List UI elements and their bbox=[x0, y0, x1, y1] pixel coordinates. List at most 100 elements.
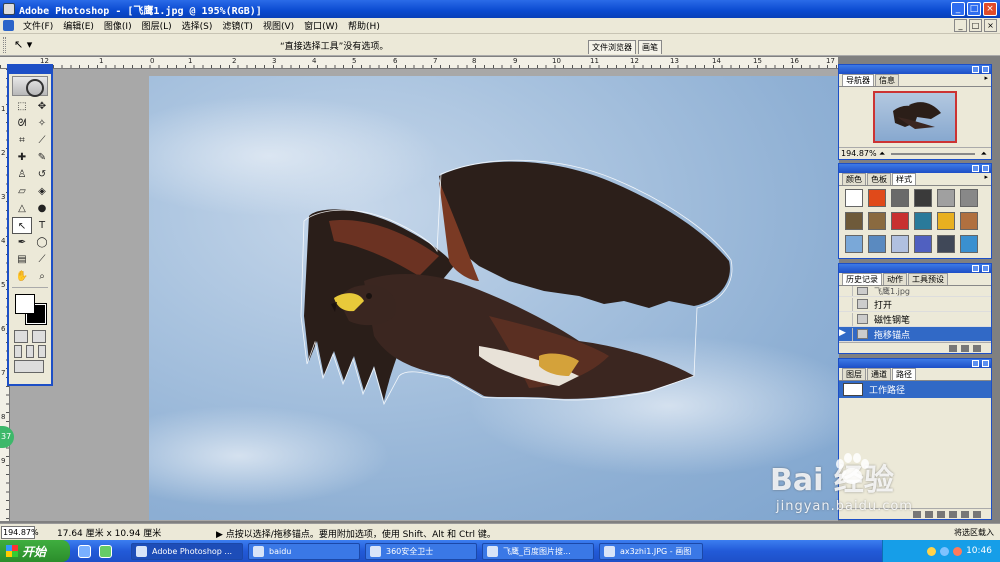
history-state-row[interactable]: ▶ 拖移锚点 bbox=[839, 327, 991, 342]
tab-navigator[interactable]: 导航器 bbox=[842, 74, 874, 86]
tab-color[interactable]: 颜色 bbox=[842, 173, 866, 185]
horizontal-ruler[interactable]: 12 1 0 1 2 3 4 5 6 7 8 9 10 11 12 13 14 … bbox=[0, 57, 838, 69]
toolbox-title-bar[interactable] bbox=[9, 66, 51, 74]
brush-tool-icon[interactable]: ✎ bbox=[32, 149, 52, 166]
delete-state-icon[interactable] bbox=[973, 344, 981, 352]
history-state-row[interactable]: 打开 bbox=[839, 297, 991, 312]
taskbar-item[interactable]: 360安全卫士 bbox=[365, 542, 477, 560]
menu-view[interactable]: 视图(V) bbox=[258, 19, 299, 32]
style-swatch[interactable] bbox=[868, 235, 886, 253]
direct-selection-tool-icon[interactable]: ↖ bbox=[12, 217, 32, 234]
history-source-checkbox[interactable] bbox=[839, 312, 853, 326]
options-bar-grip[interactable] bbox=[3, 37, 6, 53]
paint-bucket-tool-icon[interactable]: ◈ bbox=[32, 183, 52, 200]
eraser-tool-icon[interactable]: ▱ bbox=[12, 183, 32, 200]
palette-close-button[interactable] bbox=[982, 360, 989, 367]
style-swatch[interactable] bbox=[845, 212, 863, 230]
taskbar-item[interactable]: ax3zhi1.JPG - 画图 bbox=[599, 542, 703, 560]
maximize-button[interactable]: □ bbox=[967, 2, 981, 16]
menu-edit[interactable]: 编辑(E) bbox=[58, 19, 99, 32]
style-swatch[interactable] bbox=[868, 212, 886, 230]
clock[interactable]: 10:46 bbox=[966, 546, 992, 556]
direct-select-tool-icon[interactable]: ↖ ▾ bbox=[14, 38, 32, 51]
brushes-tab[interactable]: 画笔 bbox=[638, 40, 662, 54]
palette-close-button[interactable] bbox=[982, 265, 989, 272]
tab-layers[interactable]: 图层 bbox=[842, 368, 866, 380]
menu-layer[interactable]: 图层(L) bbox=[137, 19, 177, 32]
palette-minimize-button[interactable] bbox=[972, 265, 979, 272]
navigator-title-bar[interactable] bbox=[839, 65, 991, 74]
hand-tool-icon[interactable]: ✋ bbox=[12, 268, 32, 285]
dodge-tool-icon[interactable]: ● bbox=[32, 200, 52, 217]
jump-to-imageready-button[interactable] bbox=[14, 360, 44, 373]
doc-restore-button[interactable]: □ bbox=[969, 19, 982, 32]
type-tool-icon[interactable]: T bbox=[32, 217, 52, 234]
palette-close-button[interactable] bbox=[982, 165, 989, 172]
navigator-zoom-value[interactable]: 194.87% bbox=[841, 149, 879, 158]
zoom-tool-icon[interactable]: ⌕ bbox=[32, 268, 52, 285]
zoom-slider[interactable] bbox=[891, 152, 975, 155]
file-browser-tab[interactable]: 文件浏览器 bbox=[588, 40, 636, 54]
slice-tool-icon[interactable]: ⟋ bbox=[32, 132, 52, 149]
taskbar-item[interactable]: baidu bbox=[248, 542, 360, 560]
style-swatch[interactable] bbox=[937, 189, 955, 207]
quick-launch-360-icon[interactable] bbox=[99, 544, 112, 558]
style-swatch[interactable] bbox=[891, 212, 909, 230]
pen-tool-icon[interactable]: ✒ bbox=[12, 234, 32, 251]
menu-select[interactable]: 选择(S) bbox=[177, 19, 218, 32]
screen-mode-standard-button[interactable] bbox=[14, 345, 22, 358]
menu-filter[interactable]: 滤镜(T) bbox=[217, 19, 258, 32]
ellipse-tool-icon[interactable]: ◯ bbox=[32, 234, 52, 251]
tab-swatches[interactable]: 色板 bbox=[867, 173, 891, 185]
taskbar-item[interactable]: 飞鹰_百度图片搜... bbox=[482, 542, 594, 560]
new-path-icon[interactable] bbox=[961, 510, 969, 518]
foreground-color-swatch[interactable] bbox=[15, 294, 35, 314]
quick-mask-button[interactable] bbox=[32, 330, 46, 343]
style-swatch[interactable] bbox=[960, 212, 978, 230]
style-swatch[interactable] bbox=[937, 212, 955, 230]
style-swatch[interactable] bbox=[891, 235, 909, 253]
style-swatch[interactable] bbox=[868, 189, 886, 207]
lasso-tool-icon[interactable]: ᘛ bbox=[12, 115, 32, 132]
style-swatch[interactable] bbox=[845, 235, 863, 253]
tray-security-icon[interactable] bbox=[953, 546, 963, 556]
style-swatch[interactable] bbox=[845, 189, 863, 207]
history-source-checkbox[interactable]: ▶ bbox=[839, 327, 853, 341]
new-snapshot-icon[interactable] bbox=[961, 344, 969, 352]
tab-actions[interactable]: 动作 bbox=[883, 273, 907, 285]
clone-stamp-tool-icon[interactable]: ♙ bbox=[12, 166, 32, 183]
menu-image[interactable]: 图像(I) bbox=[99, 19, 137, 32]
history-snapshot-row[interactable]: 飞鹰1.jpg bbox=[839, 286, 991, 297]
document-icon[interactable] bbox=[3, 20, 14, 31]
menu-help[interactable]: 帮助(H) bbox=[343, 19, 385, 32]
history-state-row[interactable]: 磁性钢笔 bbox=[839, 312, 991, 327]
marquee-tool-icon[interactable]: ⬚ bbox=[12, 98, 32, 115]
zoom-in-icon[interactable]: ⏶ bbox=[981, 149, 987, 159]
show-desktop-icon[interactable] bbox=[78, 544, 91, 558]
tab-tool-presets[interactable]: 工具预设 bbox=[908, 273, 948, 285]
notes-tool-icon[interactable]: ▤ bbox=[12, 251, 32, 268]
tab-history[interactable]: 历史记录 bbox=[842, 273, 882, 285]
palette-menu-icon[interactable]: ▸ bbox=[984, 173, 988, 185]
palette-close-button[interactable] bbox=[982, 66, 989, 73]
history-source-checkbox[interactable] bbox=[839, 297, 853, 311]
crop-tool-icon[interactable]: ⌗ bbox=[12, 132, 32, 149]
new-document-from-state-icon[interactable] bbox=[949, 344, 957, 352]
styles-title-bar[interactable] bbox=[839, 164, 991, 173]
zoom-out-icon[interactable]: ⏶ bbox=[879, 149, 885, 159]
tab-styles[interactable]: 样式 bbox=[892, 173, 916, 185]
palette-menu-icon[interactable]: ▸ bbox=[984, 74, 988, 86]
image-canvas[interactable] bbox=[149, 76, 839, 520]
style-swatch[interactable] bbox=[914, 212, 932, 230]
close-button[interactable]: × bbox=[983, 2, 997, 16]
palette-minimize-button[interactable] bbox=[972, 66, 979, 73]
history-source-checkbox[interactable] bbox=[839, 286, 853, 296]
fill-path-icon[interactable] bbox=[913, 510, 921, 518]
tab-info[interactable]: 信息 bbox=[875, 74, 899, 86]
move-tool-icon[interactable]: ✥ bbox=[32, 98, 52, 115]
screen-mode-menubar-button[interactable] bbox=[26, 345, 34, 358]
style-swatch[interactable] bbox=[960, 189, 978, 207]
photoshop-logo-icon[interactable] bbox=[12, 76, 48, 97]
start-button[interactable]: 开始 bbox=[0, 540, 70, 562]
doc-close-button[interactable]: × bbox=[984, 19, 997, 32]
